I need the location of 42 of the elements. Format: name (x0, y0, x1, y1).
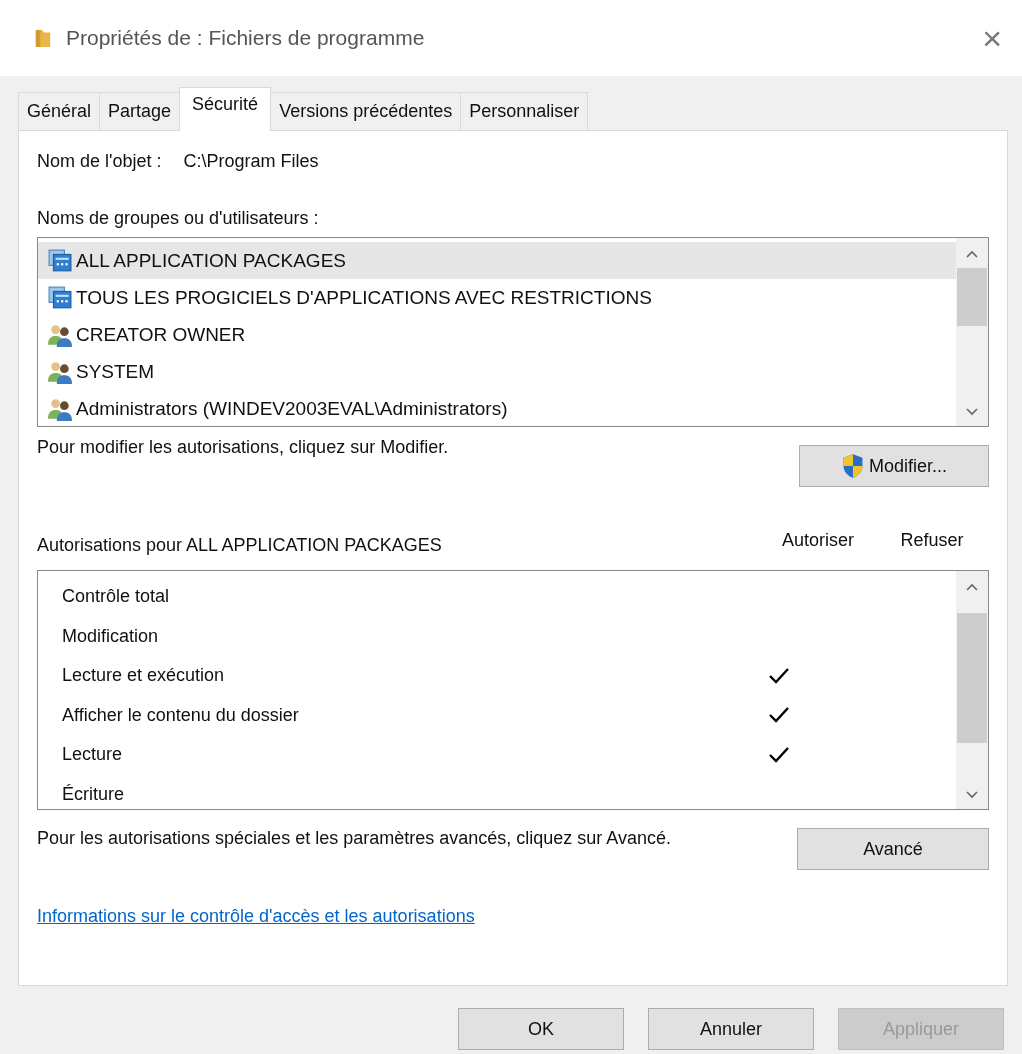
scroll-down-icon[interactable] (966, 408, 978, 416)
app-package-icon (48, 248, 72, 273)
permission-name: Lecture et exécution (61, 665, 226, 687)
permission-name: Modification (61, 625, 160, 647)
window-title: Propriétés de : Fichiers de programme (66, 26, 426, 50)
users-icon (48, 396, 72, 421)
modify-hint: Pour modifier les autorisations, cliquez sur Modifier. (37, 437, 449, 458)
object-name-label: Nom de l'objet : (37, 151, 162, 172)
modify-button[interactable]: Modifier... (799, 445, 989, 487)
tab[interactable]: Sécurité (179, 87, 272, 131)
permission-name: Afficher le contenu du dossier (61, 704, 300, 726)
groups-label: Noms de groupes ou d'utilisateurs : (37, 208, 320, 229)
advanced-hint: Pour les autorisations spéciales et les paramètres avancés, cliquez sur Avancé. (37, 828, 671, 849)
dialog-button[interactable]: OK (458, 1008, 624, 1050)
help-link[interactable]: Informations sur le contrôle d'accès et les autorisations (37, 906, 475, 927)
allow-column-header: Autoriser (781, 530, 855, 551)
tab[interactable]: Général (18, 92, 101, 130)
permission-name: Contrôle total (61, 586, 171, 608)
scrollbar[interactable] (956, 571, 988, 809)
permissions-label: Autorisations pour ALL APPLICATION PACKAGES (37, 535, 443, 556)
object-name-value: C:\Program Files (183, 151, 319, 172)
permission-name: Lecture (61, 744, 124, 766)
group-item[interactable]: CREATOR OWNER (38, 316, 956, 353)
scroll-up-icon[interactable] (966, 250, 978, 258)
dialog-button[interactable]: Annuler (648, 1008, 814, 1050)
users-icon (48, 359, 72, 384)
advanced-button[interactable]: Avancé (797, 828, 989, 870)
group-item[interactable]: Administrators (WINDEV2003EVAL\Administrators) (38, 390, 956, 427)
scroll-up-icon[interactable] (966, 583, 978, 591)
scroll-down-icon[interactable] (966, 791, 978, 799)
folder-icon (34, 27, 52, 49)
group-item[interactable]: ALL APPLICATION PACKAGES (38, 242, 956, 279)
users-icon (48, 322, 72, 347)
app-package-icon (48, 285, 72, 310)
deny-column-header: Refuser (899, 530, 965, 551)
group-item[interactable]: TOUS LES PROGICIELS D'APPLICATIONS AVEC RESTRICTIONS (38, 279, 956, 316)
tab[interactable]: Personnaliser (460, 92, 589, 130)
group-item[interactable]: SYSTEM (38, 353, 956, 390)
permission-name: Écriture (61, 783, 125, 805)
shield-icon (841, 453, 865, 479)
close-button[interactable]: × (978, 18, 1006, 58)
scrollbar[interactable] (956, 238, 988, 426)
